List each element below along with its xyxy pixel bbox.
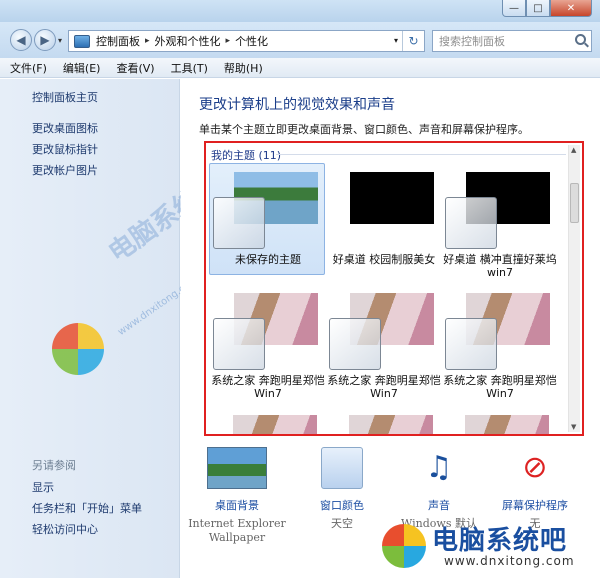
sidebar-link-control-panel-home[interactable]: 控制面板主页 [32, 89, 98, 105]
sound-icon[interactable]: ♫ [409, 447, 469, 489]
close-button[interactable]: ✕ [550, 0, 592, 17]
watermark-logo-icon [52, 323, 104, 375]
scroll-thumb[interactable] [570, 183, 579, 223]
screensaver-icon[interactable]: ⊘ [514, 447, 556, 489]
brand-url: www.dnxitong.com [444, 554, 575, 568]
theme-label: 系统之家 奔跑明星郑恺Win7 [211, 374, 325, 400]
see-also-heading: 另请参阅 [32, 459, 76, 472]
menu-help[interactable]: 帮助(H) [224, 60, 263, 76]
breadcrumb-item[interactable]: 控制面板 ▸ [96, 33, 155, 49]
see-also-taskbar[interactable]: 任务栏和「开始」菜单 [32, 500, 142, 516]
minimize-button[interactable]: — [502, 0, 526, 17]
theme-thumbnail[interactable] [349, 415, 433, 434]
window-color-swatch [445, 197, 497, 249]
sidebar: 控制面板主页 更改桌面图标 更改鼠标指针 更改帐户图片 电脑系统吧 www.dn… [0, 79, 227, 578]
brand-name: 电脑系统吧 [432, 526, 568, 556]
sound-link[interactable]: 声音 [389, 497, 489, 513]
window-color-icon[interactable] [321, 447, 363, 489]
window-color-item[interactable]: 窗口颜色 天空 [292, 441, 392, 531]
sidebar-link-desktop-icons[interactable]: 更改桌面图标 [32, 120, 98, 136]
page-description: 单击某个主题立即更改桌面背景、窗口颜色、声音和屏幕保护程序。 [199, 123, 529, 136]
back-button[interactable]: ◀ [10, 29, 32, 51]
sidebar-link-account-picture[interactable]: 更改帐户图片 [32, 162, 98, 178]
address-bar[interactable]: 控制面板 ▸ 外观和个性化 ▸ 个性化 ▾ ↻ [68, 30, 425, 52]
main-content: 更改计算机上的视觉效果和声音 单击某个主题立即更改桌面背景、窗口颜色、声音和屏幕… [181, 79, 600, 578]
window-controls: — □ ✕ [502, 0, 592, 17]
scroll-up-icon[interactable]: ▲ [571, 146, 576, 154]
back-arrow-icon: ◀ [16, 33, 26, 47]
desktop-background-value: Internet Explorer Wallpaper [188, 517, 286, 544]
forward-arrow-icon: ▶ [40, 33, 50, 47]
maximize-button[interactable]: □ [526, 0, 550, 17]
address-row: ◀ ▶ ▾ 控制面板 ▸ 外观和个性化 ▸ 个性化 ▾ ↻ 搜索控制面板 [0, 22, 600, 58]
theme-label: 未保存的主题 [235, 253, 301, 266]
screensaver-link[interactable]: 屏幕保护程序 [485, 497, 585, 513]
window-color-swatch [213, 318, 265, 370]
sidebar-link-mouse-pointer[interactable]: 更改鼠标指针 [32, 141, 98, 157]
window-color-value: 天空 [331, 517, 353, 530]
theme-thumbnail[interactable] [233, 415, 317, 434]
breadcrumb-item[interactable]: 个性化 [235, 33, 268, 49]
breadcrumb-separator-icon[interactable]: ▸ [226, 36, 231, 46]
theme-list: 我的主题 (11) 未保存的主题 好桌道 校园制服美女 好桌道 横冲直撞好莱坞win… [204, 141, 584, 436]
theme-scrollbar[interactable]: ▲ ▼ [568, 145, 580, 432]
menu-bar: 文件(F) 编辑(E) 查看(V) 工具(T) 帮助(H) [0, 58, 600, 78]
menu-edit[interactable]: 编辑(E) [63, 60, 101, 76]
theme-thumbnail[interactable] [465, 415, 549, 434]
search-input[interactable]: 搜索控制面板 [439, 33, 505, 49]
see-also-display[interactable]: 显示 [32, 479, 54, 495]
menu-file[interactable]: 文件(F) [10, 60, 47, 76]
forward-button[interactable]: ▶ [34, 29, 56, 51]
theme-label: 好桌道 横冲直撞好莱坞win7 [443, 253, 557, 279]
window-color-link[interactable]: 窗口颜色 [292, 497, 392, 513]
desktop-background-link[interactable]: 桌面背景 [187, 497, 287, 513]
search-icon[interactable] [575, 34, 586, 45]
brand-watermark: 电脑系统吧 www.dnxitong.com [382, 518, 596, 572]
window-color-swatch [329, 318, 381, 370]
title-bar: — □ ✕ [0, 0, 600, 22]
recent-pages-dropdown[interactable]: ▾ [58, 36, 62, 45]
theme-item[interactable]: 系统之家 奔跑明星郑恺Win7 [325, 284, 441, 400]
desktop-background-icon[interactable] [207, 447, 267, 489]
see-also-ease-of-access[interactable]: 轻松访问中心 [32, 521, 98, 537]
desktop-background-item[interactable]: 桌面背景 Internet Explorer Wallpaper [187, 441, 287, 545]
page-title: 更改计算机上的视觉效果和声音 [199, 97, 395, 113]
control-panel-icon [74, 34, 90, 48]
menu-view[interactable]: 查看(V) [116, 60, 154, 76]
window-color-swatch [445, 318, 497, 370]
search-box[interactable]: 搜索控制面板 [432, 30, 592, 52]
theme-item[interactable]: 好桌道 校园制服美女 [325, 163, 441, 275]
refresh-button[interactable]: ↻ [402, 31, 424, 51]
theme-label: 系统之家 奔跑明星郑恺Win7 [443, 374, 557, 400]
address-dropdown-icon[interactable]: ▾ [394, 36, 398, 45]
window-color-swatch [213, 197, 265, 249]
theme-thumbnail [350, 172, 434, 224]
breadcrumb-item[interactable]: 外观和个性化 ▸ [155, 33, 236, 49]
theme-item[interactable]: 系统之家 奔跑明星郑恺Win7 [209, 284, 325, 400]
theme-group-title: 我的主题 (11) [211, 149, 282, 162]
theme-label: 系统之家 奔跑明星郑恺Win7 [327, 374, 441, 400]
theme-label: 好桌道 校园制服美女 [332, 253, 436, 266]
refresh-icon: ↻ [408, 34, 419, 48]
theme-item[interactable]: 系统之家 奔跑明星郑恺Win7 [441, 284, 557, 400]
scroll-down-icon[interactable]: ▼ [571, 423, 576, 431]
theme-item[interactable]: 好桌道 横冲直撞好莱坞win7 [441, 163, 557, 279]
menu-tools[interactable]: 工具(T) [171, 60, 208, 76]
group-divider [276, 154, 566, 155]
brand-logo-icon [382, 524, 426, 568]
theme-item[interactable]: 未保存的主题 [209, 163, 325, 275]
breadcrumb-separator-icon[interactable]: ▸ [145, 36, 150, 46]
